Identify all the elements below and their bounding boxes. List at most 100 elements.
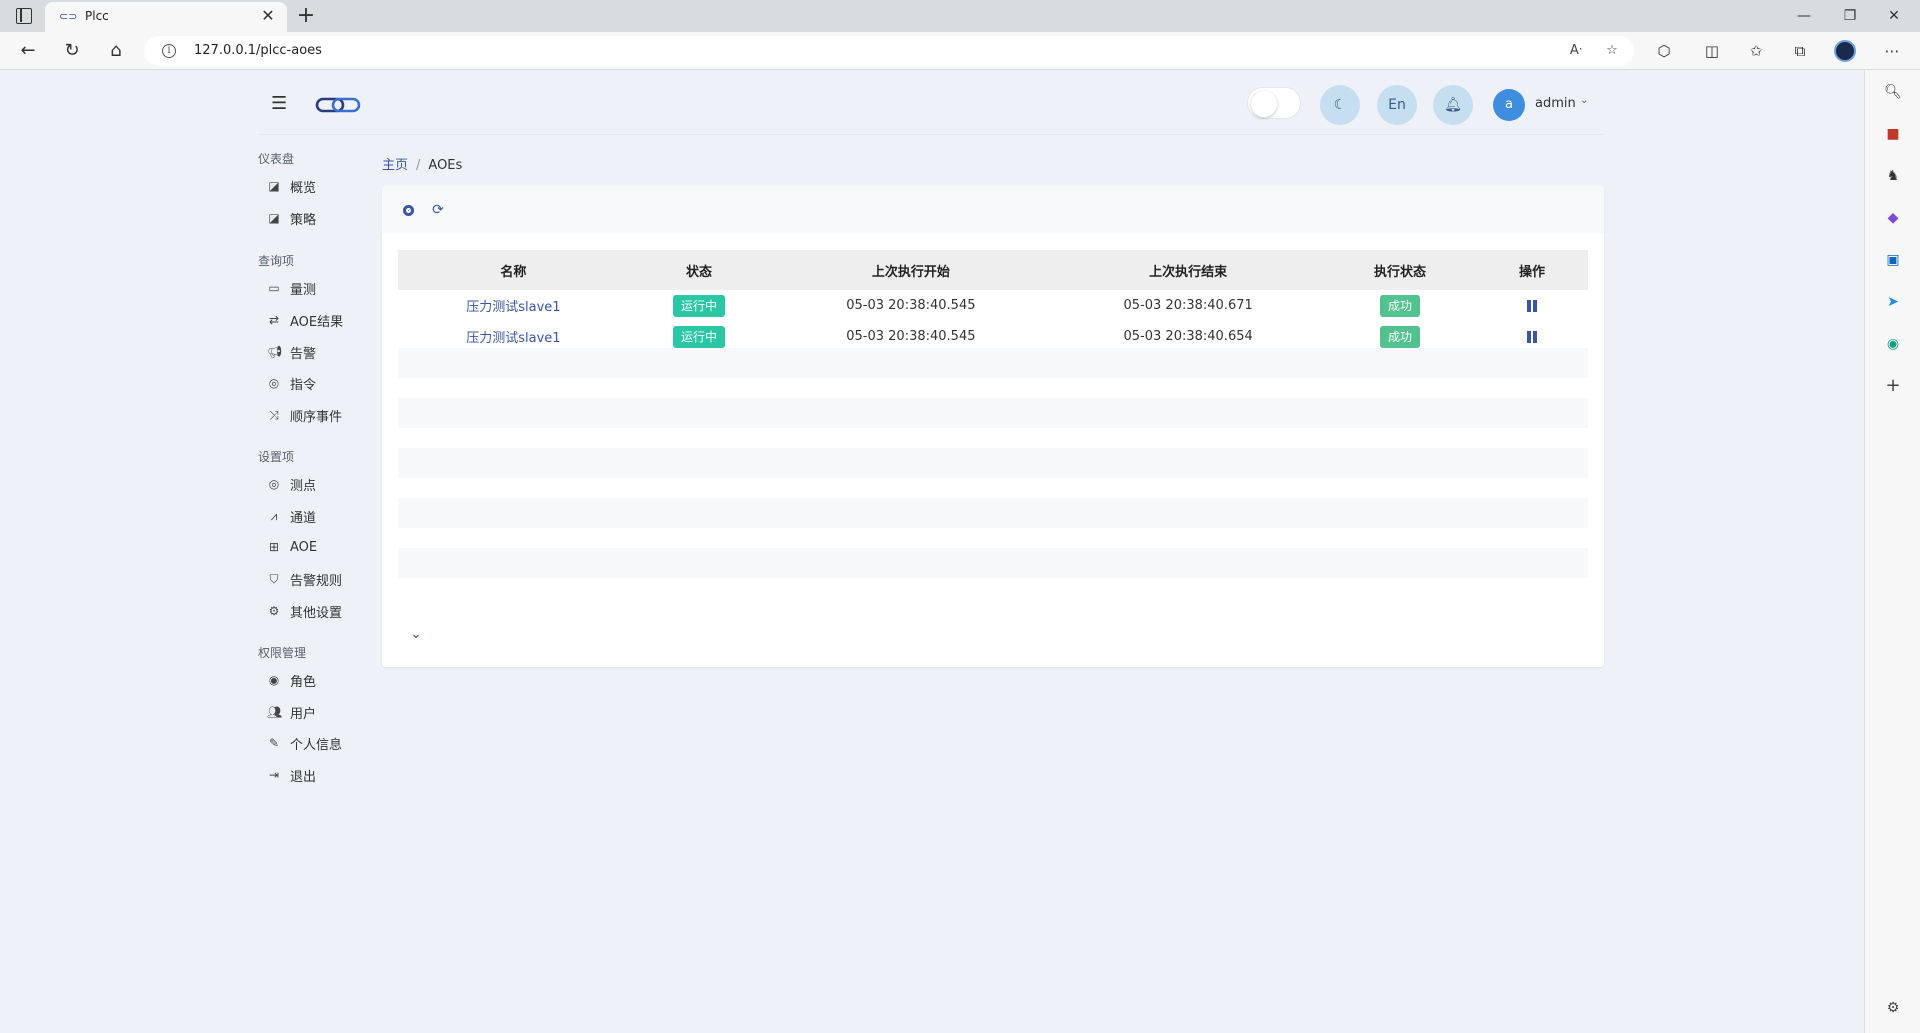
home-icon[interactable]: ⌂ xyxy=(104,40,128,62)
add-favorite-icon[interactable]: ☆ xyxy=(1602,41,1622,61)
sidebar-item-alarm-rules[interactable]: ⛉ 告警规则 xyxy=(267,569,342,589)
minimize-icon[interactable]: — xyxy=(1790,6,1818,26)
header-divider xyxy=(258,134,1604,135)
column-header-actions: 操作 xyxy=(1519,264,1546,280)
split-screen-icon[interactable]: ◫ xyxy=(1700,40,1724,62)
notification-bell-icon[interactable]: 🔔︎ xyxy=(1433,85,1473,125)
edit-icon: ✎ xyxy=(268,736,280,750)
column-header-name[interactable]: 名称 xyxy=(398,250,629,290)
column-header-status[interactable]: 状态 xyxy=(629,250,769,290)
sidebar-item-alarms[interactable]: 📢︎ 告警 xyxy=(267,342,316,362)
shield-icon: ⛉ xyxy=(269,572,279,586)
dark-mode-moon-icon[interactable]: ☾ xyxy=(1320,85,1360,125)
user-circle-icon: ◉ xyxy=(268,673,280,687)
shopping-icon[interactable]: ■ xyxy=(1883,124,1903,144)
sidebar-item-logout[interactable]: ⇥ 退出 xyxy=(267,765,316,785)
refresh-icon[interactable]: ⟳ xyxy=(428,200,448,220)
more-menu-icon[interactable]: ⋯ xyxy=(1880,40,1904,62)
sidebar-item-users[interactable]: 👥︎ 用户 xyxy=(267,702,316,722)
new-tab-button[interactable]: + xyxy=(294,3,318,29)
breadcrumb: 主页 / AOEs xyxy=(382,154,462,173)
menu-toggle-icon[interactable]: ☰ xyxy=(271,94,289,114)
pause-icon[interactable] xyxy=(1526,330,1538,343)
copilot-icon[interactable]: ◆ xyxy=(1883,208,1903,228)
exec-status-badge: 成功 xyxy=(1379,294,1420,317)
user-avatar[interactable]: a xyxy=(1493,89,1525,121)
sidebar-item-sequence-events[interactable]: ⤨ 顺序事件 xyxy=(267,405,342,425)
sign-out-icon: ⇥ xyxy=(268,768,280,782)
empty-row xyxy=(398,448,1588,478)
tab-title: Plcc xyxy=(85,9,109,23)
cogs-icon: ⚙ xyxy=(268,604,280,618)
extensions-icon[interactable]: ⬡ xyxy=(1652,40,1676,62)
aoe-name-link[interactable]: 压力测试slave1 xyxy=(398,290,629,321)
theme-switch[interactable] xyxy=(1247,87,1301,119)
browser-toolbar: ← ↻ ⌂ i 127.0.0.1/plcc-aoes Aᐧ ☆ ⬡ ◫ ✩ ⧉… xyxy=(0,32,1920,70)
app-root: ☰ ☾ En 🔔︎ a admin ⌄ 仪表盘 ◪ 概览 ◪ 策略 查询项 ▭ 量测 … xyxy=(0,70,1864,1033)
breadcrumb-home-link[interactable]: 主页 xyxy=(382,158,408,173)
sidebar-item-points[interactable]: ◎ 测点 xyxy=(267,474,316,494)
site-info-icon[interactable]: i xyxy=(162,44,176,58)
column-header-exec-status[interactable]: 执行状态 xyxy=(1324,250,1476,290)
sidebar-group-permissions: 权限管理 xyxy=(258,646,307,660)
sidebar-item-other-settings[interactable]: ⚙ 其他设置 xyxy=(267,601,342,621)
column-header-last-start[interactable]: 上次执行开始 xyxy=(769,250,1052,290)
collections-icon[interactable]: ⧉ xyxy=(1788,40,1812,62)
search-icon[interactable]: 🔍︎ xyxy=(1883,82,1903,102)
edge-icon[interactable]: ◉ xyxy=(1883,334,1903,354)
road-icon: ⩘ xyxy=(270,509,278,523)
record-icon[interactable] xyxy=(398,200,418,220)
address-bar[interactable]: i 127.0.0.1/plcc-aoes Aᐧ ☆ xyxy=(144,36,1634,66)
users-icon: 👥︎ xyxy=(267,705,283,719)
last-start-cell: 05-03 20:38:40.545 xyxy=(846,298,976,313)
sidebar-item-channels[interactable]: ⩘ 通道 xyxy=(267,506,316,526)
sidebar-item-roles[interactable]: ◉ 角色 xyxy=(267,670,316,690)
settings-gear-icon[interactable]: ⚙ xyxy=(1883,998,1903,1018)
favorites-icon[interactable]: ✩ xyxy=(1744,40,1768,62)
link-favicon-icon: ⊂⊃ xyxy=(59,10,78,23)
empty-row xyxy=(398,398,1588,428)
status-badge: 运行中 xyxy=(673,325,726,348)
username-label[interactable]: admin xyxy=(1535,96,1576,111)
shuffle-icon: ⤨ xyxy=(269,408,279,422)
tab-actions-icon[interactable] xyxy=(16,8,32,24)
exec-status-cell: 成功 xyxy=(1324,290,1476,321)
table-row: 压力测试slave1 运行中 05-03 20:38:40.545 05-03 … xyxy=(398,290,1588,321)
monitor-icon: ▭ xyxy=(268,281,280,295)
profile-avatar[interactable] xyxy=(1834,40,1856,62)
sidebar-item-profile[interactable]: ✎ 个人信息 xyxy=(267,733,342,753)
podcast-icon: ◎ xyxy=(268,477,280,491)
sidebar-item-commands[interactable]: ◎ 指令 xyxy=(267,373,316,393)
aoe-table-card: ⟳ 名称 状态 上次执行开始 上次执行结束 执行状态 操作 压力测试slave1 xyxy=(382,186,1604,667)
reload-icon[interactable]: ↻ xyxy=(60,40,84,62)
expand-chevron-down-icon[interactable]: ⌄ xyxy=(406,624,426,644)
language-button[interactable]: En xyxy=(1377,85,1417,125)
card-toolbar: ⟳ xyxy=(382,186,1604,233)
column-header-last-end[interactable]: 上次执行结束 xyxy=(1052,250,1323,290)
pause-icon[interactable] xyxy=(1526,299,1538,312)
read-aloud-icon[interactable]: Aᐧ xyxy=(1566,41,1586,61)
sidebar-item-strategy[interactable]: ◪ 策略 xyxy=(267,208,316,228)
megaphone-icon: 📢︎ xyxy=(267,345,283,359)
close-window-icon[interactable]: ✕ xyxy=(1880,6,1908,26)
sidebar-group-dashboard: 仪表盘 xyxy=(258,152,295,166)
podcast-icon: ◎ xyxy=(268,376,280,390)
games-icon[interactable]: ♞ xyxy=(1883,166,1903,186)
empty-row xyxy=(398,548,1588,578)
drop-icon[interactable]: ➤ xyxy=(1883,292,1903,312)
restore-icon[interactable]: ❐ xyxy=(1836,6,1864,26)
status-badge: 运行中 xyxy=(673,294,726,317)
sidebar-item-aoe-results[interactable]: ⇄ AOE结果 xyxy=(267,310,343,330)
close-tab-icon[interactable]: ✕ xyxy=(259,7,277,25)
add-app-icon[interactable]: + xyxy=(1883,376,1903,396)
url-text[interactable]: 127.0.0.1/plcc-aoes xyxy=(194,43,322,58)
back-icon[interactable]: ← xyxy=(16,40,40,62)
sidebar-item-measurement[interactable]: ▭ 量测 xyxy=(267,278,316,298)
outlook-icon[interactable]: ▣ xyxy=(1883,250,1903,270)
empty-row xyxy=(398,498,1588,528)
status-cell: 运行中 xyxy=(629,290,769,321)
sidebar-item-overview[interactable]: ◪ 概览 xyxy=(267,176,316,196)
browser-tab[interactable]: ⊂⊃ Plcc ✕ xyxy=(45,2,287,32)
sidebar-item-aoe[interactable]: ⊞ AOE xyxy=(267,537,317,557)
chevron-down-icon[interactable]: ⌄ xyxy=(1580,95,1588,106)
